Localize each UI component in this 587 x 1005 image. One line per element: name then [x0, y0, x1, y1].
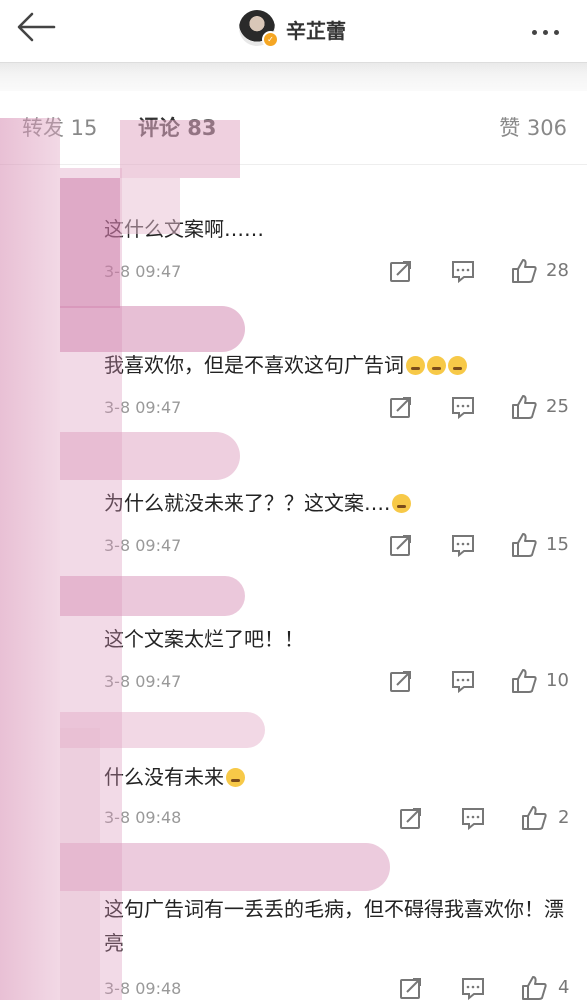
reply-icon[interactable]: [460, 805, 486, 831]
tab-bar: 转发 15 评论 83 赞 306: [0, 96, 587, 165]
sweat-smile-face-icon: [392, 494, 412, 513]
like-count: 28: [546, 260, 569, 281]
like-icon[interactable]: [520, 805, 548, 831]
like-icon[interactable]: [510, 394, 538, 420]
like-icon[interactable]: [510, 668, 538, 694]
tearful-face-icon: [448, 356, 467, 375]
section-divider: [0, 62, 587, 91]
repost-icon[interactable]: [388, 258, 414, 284]
more-options-icon[interactable]: [532, 20, 566, 36]
tearful-face-icon: [406, 356, 425, 375]
like-count: 2: [558, 807, 570, 828]
comment-text: 我喜欢你，但是不喜欢这句广告词: [104, 348, 574, 382]
user-name[interactable]: 辛芷蕾: [286, 15, 346, 44]
comment-text: 什么没有未来: [104, 760, 574, 794]
repost-icon[interactable]: [388, 668, 414, 694]
back-arrow-icon[interactable]: [14, 10, 58, 44]
like-icon[interactable]: [510, 532, 538, 558]
comment-text: 这句广告词有一丢丢的毛病，但不碍得我喜欢你！漂亮: [104, 897, 564, 955]
reply-icon[interactable]: [460, 975, 486, 1001]
like-icon[interactable]: [510, 258, 538, 284]
tab-comments[interactable]: 评论 83: [138, 112, 217, 142]
like-icon[interactable]: [520, 975, 548, 1001]
verified-badge-icon: ✓: [262, 31, 279, 48]
tab-repost[interactable]: 转发 15: [22, 112, 97, 142]
repost-icon[interactable]: [398, 805, 424, 831]
repost-icon[interactable]: [388, 532, 414, 558]
reply-icon[interactable]: [450, 258, 476, 284]
comment-text: 为什么就没未来了？？这文案….: [104, 486, 574, 520]
comment-text: 这个文案太烂了吧！！: [104, 627, 304, 651]
crying-face-icon: [226, 768, 245, 787]
like-count: 15: [546, 534, 569, 555]
tab-likes[interactable]: 赞 306: [499, 112, 567, 142]
repost-icon[interactable]: [388, 394, 414, 420]
reply-icon[interactable]: [450, 668, 476, 694]
comment-text: 这什么文案啊……: [104, 217, 264, 241]
like-count: 4: [558, 977, 570, 998]
reply-icon[interactable]: [450, 532, 476, 558]
top-bar: ✓ 辛芷蕾: [0, 0, 587, 62]
like-count: 10: [546, 670, 569, 691]
tearful-face-icon: [427, 356, 446, 375]
repost-icon[interactable]: [398, 975, 424, 1001]
like-count: 25: [546, 396, 569, 417]
reply-icon[interactable]: [450, 394, 476, 420]
